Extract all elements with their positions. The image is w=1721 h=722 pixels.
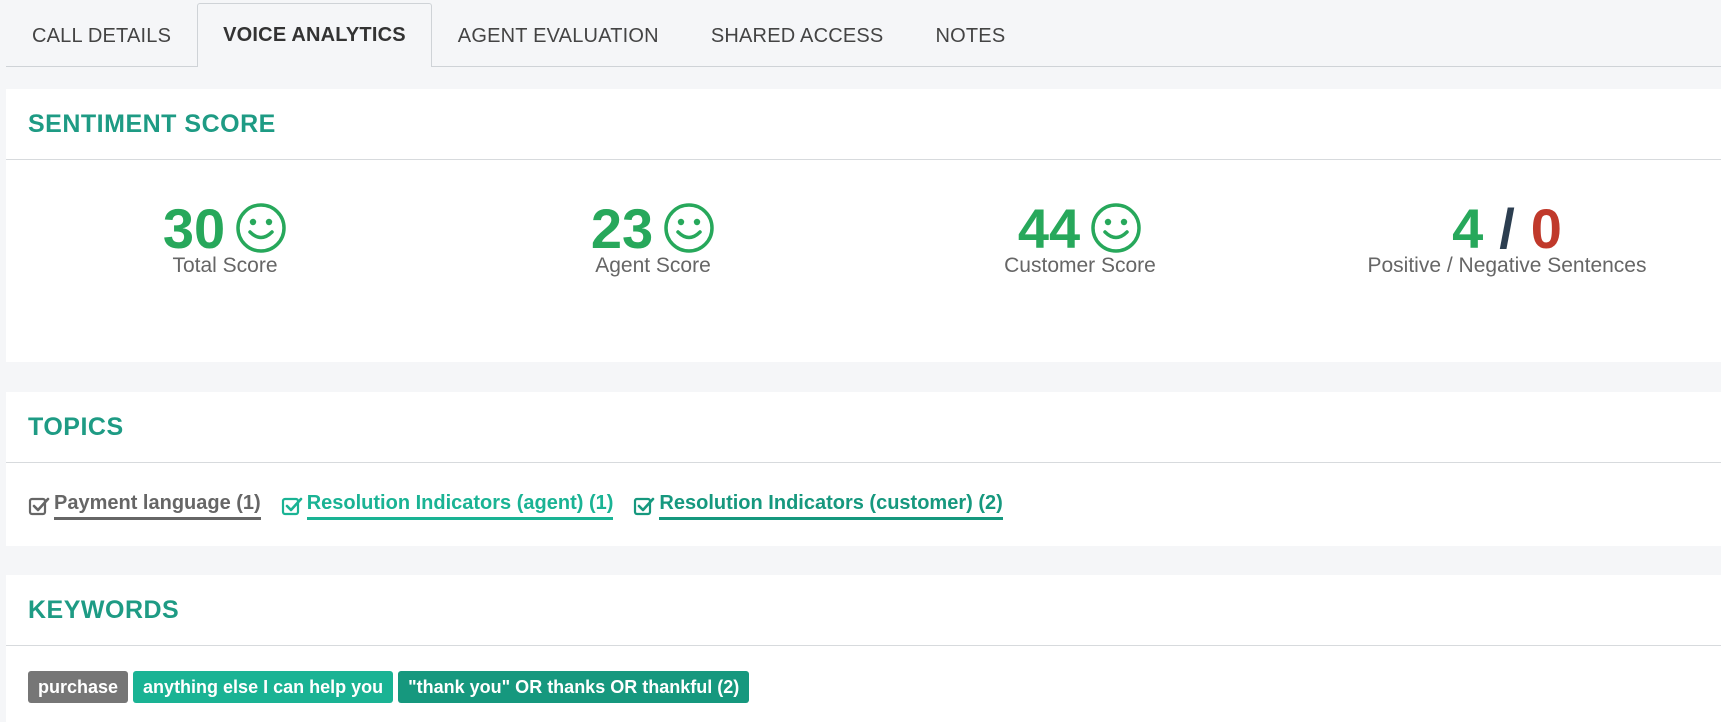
keyword-tag-anything-else[interactable]: anything else I can help you	[133, 671, 394, 703]
positive-sentences-value: 4	[1452, 196, 1484, 260]
topics-header: TOPICS	[6, 392, 1721, 463]
total-score-value: 30	[162, 196, 226, 260]
topic-resolution-indicators-agent[interactable]: Resolution Indicators (agent) (1)	[281, 492, 614, 520]
tab-bar: CALL DETAILS VOICE ANALYTICS AGENT EVALU…	[6, 3, 1721, 67]
topic-resolution-indicators-customer[interactable]: Resolution Indicators (customer) (2)	[633, 492, 1003, 520]
topics-list: Payment language (1) Resolution Indicato…	[28, 492, 1023, 520]
sentiment-score-panel: SENTIMENT SCORE 30 Total Score 23 Agent …	[6, 89, 1721, 362]
scores-row: 30 Total Score 23 Agent Score 44 Custome…	[6, 160, 1721, 362]
checkbox-checked-icon[interactable]	[633, 495, 655, 517]
tab-shared-access[interactable]: SHARED ACCESS	[685, 4, 910, 67]
keywords-panel: KEYWORDS purchase anything else I can he…	[6, 575, 1721, 722]
positive-negative-sentences-label: Positive / Negative Sentences	[1367, 254, 1647, 277]
negative-sentences-value: 0	[1530, 196, 1562, 260]
keywords-header: KEYWORDS	[6, 575, 1721, 646]
smiley-icon	[236, 203, 286, 253]
keywords-list: purchase anything else I can help you "t…	[28, 671, 754, 703]
tab-notes[interactable]: NOTES	[909, 4, 1031, 67]
agent-score-label: Agent Score	[595, 254, 711, 277]
total-score-label: Total Score	[172, 254, 278, 277]
customer-score-label: Customer Score	[1004, 254, 1156, 277]
tab-call-details[interactable]: CALL DETAILS	[6, 4, 197, 67]
topics-panel: TOPICS Payment language (1) Resolution I…	[6, 392, 1721, 546]
sentiment-score-header: SENTIMENT SCORE	[6, 89, 1721, 160]
smiley-icon	[664, 203, 714, 253]
agent-score-value: 23	[590, 196, 654, 260]
tab-agent-evaluation[interactable]: AGENT EVALUATION	[432, 4, 685, 67]
topic-label[interactable]: Payment language (1)	[54, 492, 261, 520]
customer-score-value: 44	[1017, 196, 1081, 260]
sentiment-score-title: SENTIMENT SCORE	[28, 109, 276, 138]
keyword-tag-purchase[interactable]: purchase	[28, 671, 129, 703]
keywords-title: KEYWORDS	[28, 595, 180, 624]
checkbox-checked-icon[interactable]	[281, 495, 303, 517]
keyword-tag-thank-you[interactable]: "thank you" OR thanks OR thankful (2)	[398, 671, 750, 703]
checkbox-checked-icon[interactable]	[28, 495, 50, 517]
sentences-separator: /	[1499, 196, 1515, 260]
topic-label[interactable]: Resolution Indicators (agent) (1)	[306, 492, 614, 520]
topic-payment-language[interactable]: Payment language (1)	[28, 492, 261, 520]
smiley-icon	[1091, 203, 1141, 253]
topics-title: TOPICS	[28, 412, 124, 441]
tab-voice-analytics[interactable]: VOICE ANALYTICS	[197, 3, 432, 67]
topic-label[interactable]: Resolution Indicators (customer) (2)	[659, 492, 1003, 520]
